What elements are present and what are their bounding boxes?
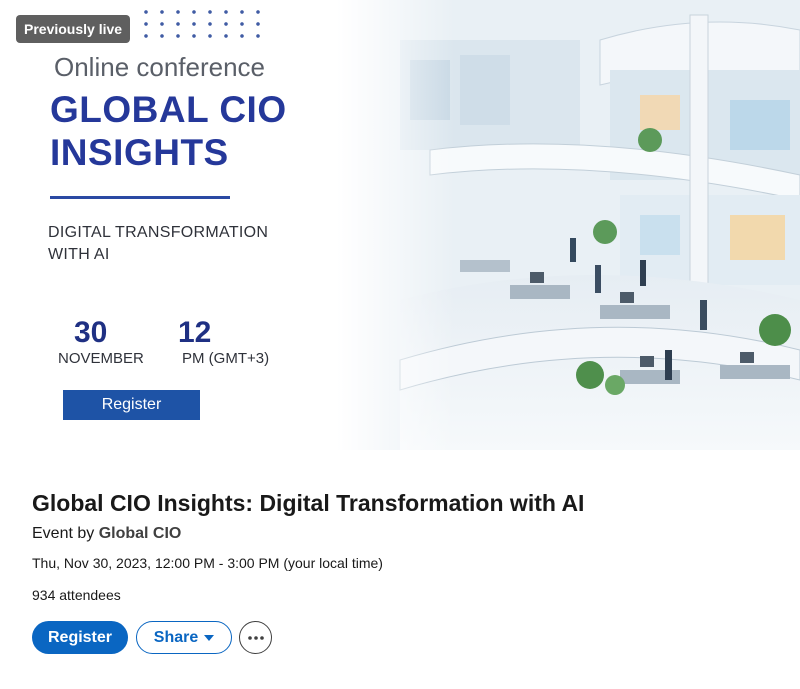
- register-button[interactable]: Register: [32, 621, 128, 654]
- event-banner: Previously live Online conference GLOBAL…: [0, 0, 800, 450]
- banner-title: GLOBAL CIO INSIGHTS: [50, 88, 287, 174]
- attendees-count[interactable]: 934 attendees: [32, 587, 121, 603]
- banner-hour-label: PM (GMT+3): [182, 350, 270, 367]
- previously-live-badge: Previously live: [16, 15, 131, 43]
- share-button[interactable]: Share: [136, 621, 232, 654]
- event-time: Thu, Nov 30, 2023, 12:00 PM - 3:00 PM (y…: [32, 555, 383, 571]
- event-title[interactable]: Global CIO Insights: Digital Transformat…: [32, 490, 584, 517]
- banner-day: 30: [74, 316, 108, 349]
- banner-hour: 12: [178, 316, 212, 349]
- decorative-dots: [138, 6, 268, 38]
- banner-register-graphic: Register: [63, 390, 200, 420]
- event-organizer: Event by Global CIO: [32, 525, 181, 543]
- organizer-prefix: Event by: [32, 525, 99, 542]
- banner-subtitle: Online conference: [54, 52, 266, 82]
- share-label: Share: [153, 628, 199, 646]
- banner-month: NOVEMBER: [58, 350, 144, 367]
- organizer-link[interactable]: Global CIO: [99, 525, 182, 542]
- banner-theme-line1: DIGITAL TRANSFORMATION: [48, 224, 269, 241]
- caret-down-icon: [204, 634, 215, 641]
- title-divider: [50, 196, 230, 199]
- banner-title-line1: GLOBAL CIO: [50, 89, 287, 130]
- banner-title-line2: INSIGHTS: [50, 132, 229, 173]
- banner-theme: DIGITAL TRANSFORMATION WITH AI: [48, 222, 308, 266]
- banner-theme-line2: WITH AI: [48, 246, 110, 263]
- more-options-button[interactable]: [239, 621, 272, 654]
- ellipsis-icon: [247, 635, 264, 640]
- office-illustration: [340, 0, 800, 450]
